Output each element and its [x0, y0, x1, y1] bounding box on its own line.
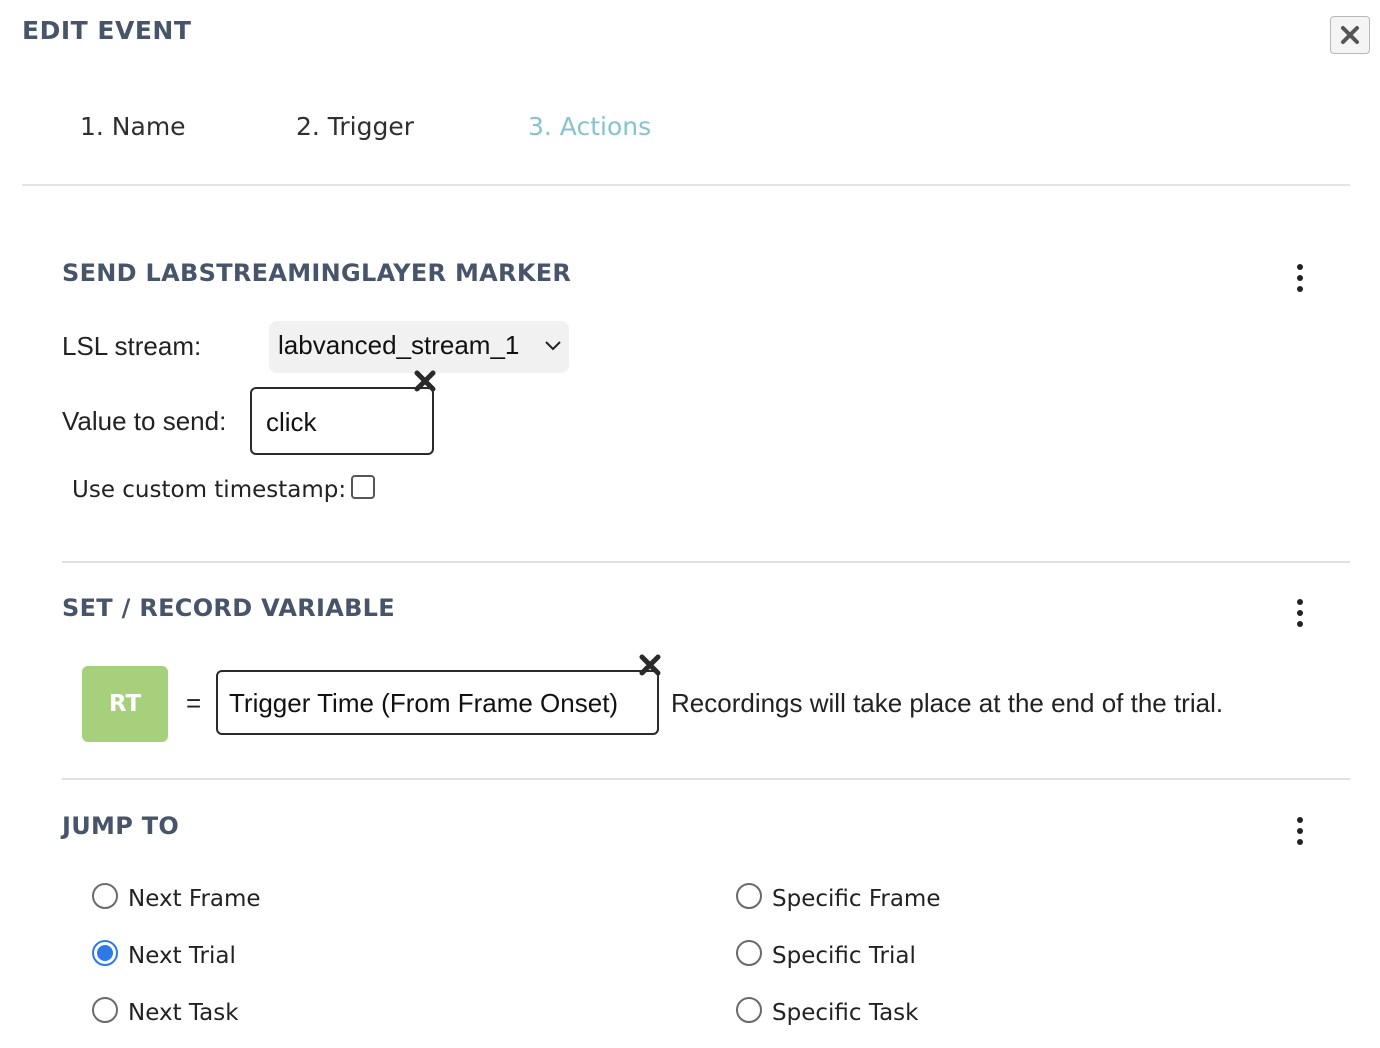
lsl-marker-menu-button[interactable] [1289, 262, 1311, 294]
jump-to-menu-button[interactable] [1289, 815, 1311, 847]
wizard-tabs: 1. Name 2. Trigger 3. Actions [0, 112, 1380, 152]
radio-label-next-task[interactable]: Next Task [128, 1000, 239, 1026]
section-title-set-variable: SET / RECORD VARIABLE [62, 594, 395, 622]
kebab-dot-icon [1297, 286, 1303, 292]
value-to-send-text: click [266, 407, 317, 437]
variable-badge[interactable]: RT [82, 666, 168, 742]
kebab-dot-icon [1297, 817, 1303, 823]
remove-variable-value-icon[interactable] [637, 652, 663, 678]
remove-value-icon[interactable] [412, 368, 438, 394]
radio-specific-frame[interactable] [736, 883, 762, 909]
section-divider [62, 561, 1350, 563]
kebab-dot-icon [1297, 828, 1303, 834]
radio-specific-trial[interactable] [736, 940, 762, 966]
radio-next-frame[interactable] [92, 883, 118, 909]
radio-next-trial[interactable] [92, 940, 118, 966]
radio-label-specific-trial[interactable]: Specific Trial [772, 943, 916, 969]
tab-name[interactable]: 1. Name [80, 112, 186, 141]
variable-value-text: Trigger Time (From Frame Onset) [229, 688, 619, 718]
section-title-jump-to: JUMP TO [62, 812, 180, 840]
lsl-stream-label: LSL stream: [62, 331, 202, 361]
recording-note: Recordings will take place at the end of… [671, 688, 1224, 718]
section-title-lsl-marker: SEND LABSTREAMINGLAYER MARKER [62, 259, 572, 287]
value-to-send-input[interactable]: click [250, 387, 434, 455]
kebab-dot-icon [1297, 599, 1303, 605]
lsl-stream-select[interactable]: labvanced_stream_1 [269, 321, 569, 373]
equals-sign: = [186, 688, 202, 718]
kebab-dot-icon [1297, 839, 1303, 845]
close-button[interactable] [1330, 16, 1370, 54]
set-variable-menu-button[interactable] [1289, 597, 1311, 629]
value-to-send-label: Value to send: [62, 406, 227, 436]
dialog-title: EDIT EVENT [22, 16, 192, 45]
radio-next-task[interactable] [92, 997, 118, 1023]
tab-actions[interactable]: 3. Actions [528, 112, 651, 141]
kebab-dot-icon [1297, 621, 1303, 627]
tab-trigger[interactable]: 2. Trigger [296, 112, 414, 141]
radio-label-specific-task[interactable]: Specific Task [772, 1000, 918, 1026]
kebab-dot-icon [1297, 610, 1303, 616]
chevron-down-icon [545, 341, 561, 351]
lsl-stream-value: labvanced_stream_1 [278, 330, 520, 360]
kebab-dot-icon [1297, 275, 1303, 281]
radio-label-next-trial[interactable]: Next Trial [128, 943, 236, 969]
radio-label-next-frame[interactable]: Next Frame [128, 886, 261, 912]
close-icon [1341, 26, 1359, 44]
custom-timestamp-label: Use custom timestamp: [72, 477, 347, 503]
radio-specific-task[interactable] [736, 997, 762, 1023]
radio-label-specific-frame[interactable]: Specific Frame [772, 886, 941, 912]
custom-timestamp-checkbox[interactable] [351, 475, 375, 499]
kebab-dot-icon [1297, 264, 1303, 270]
variable-value-field[interactable]: Trigger Time (From Frame Onset) [216, 670, 659, 735]
tabs-divider [22, 184, 1350, 186]
section-divider [62, 778, 1350, 780]
